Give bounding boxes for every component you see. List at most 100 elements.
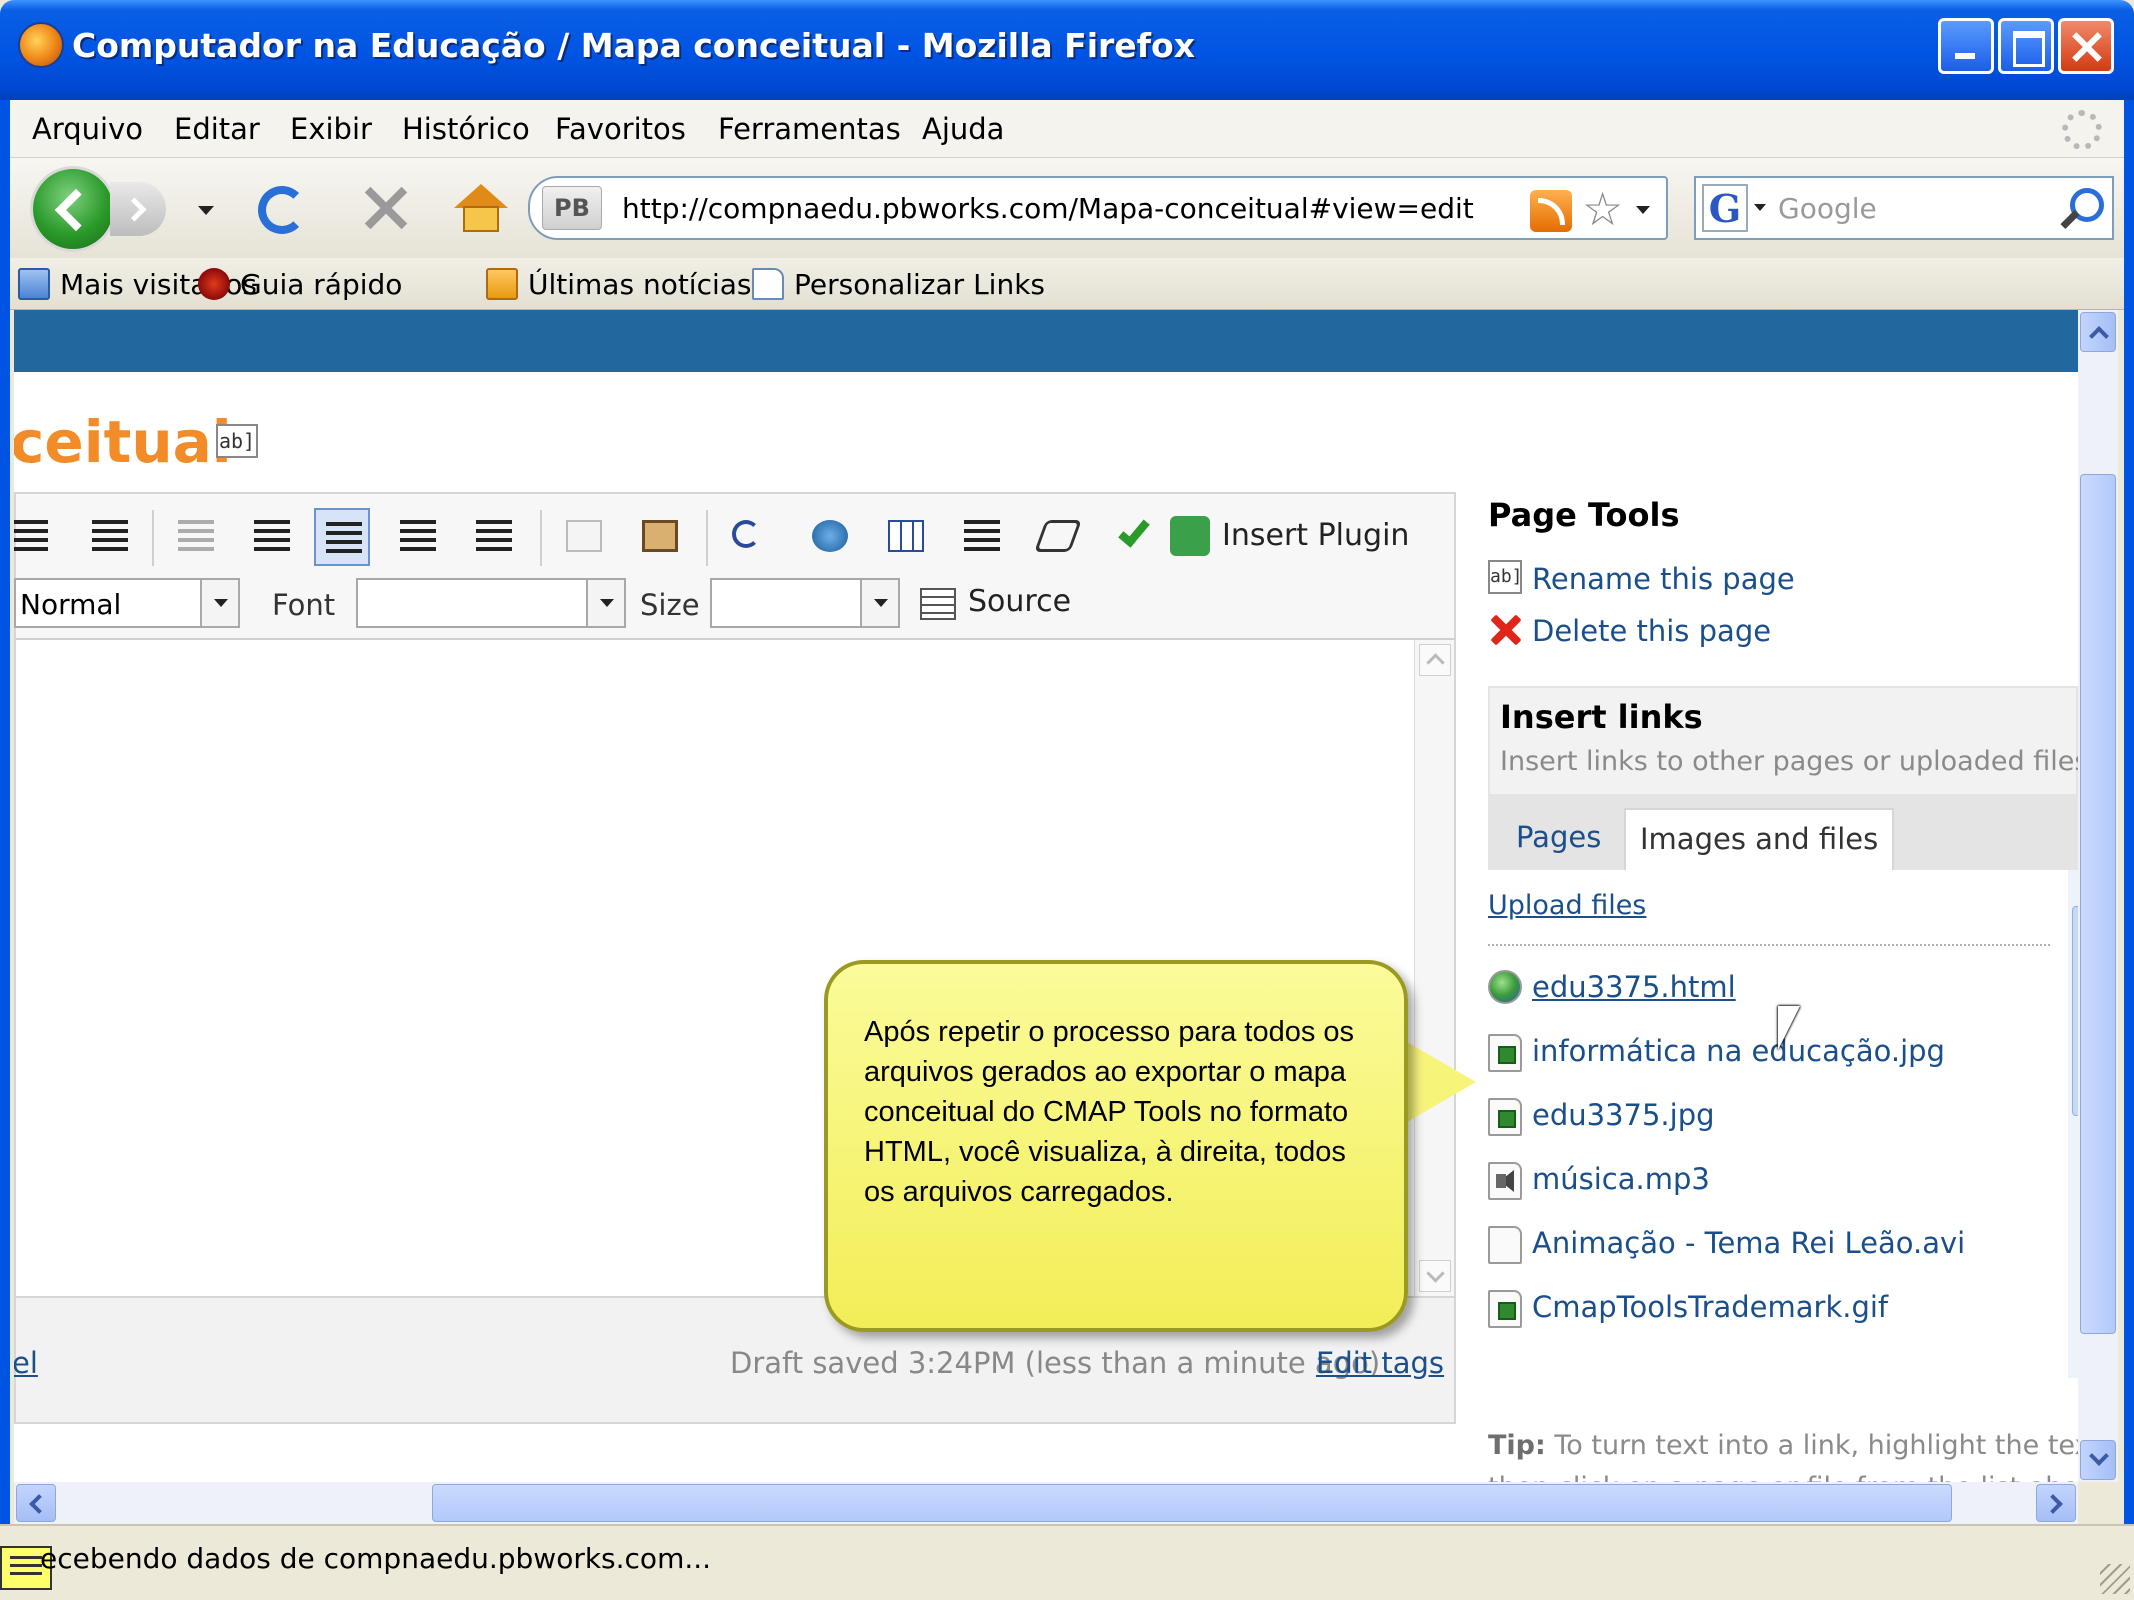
tip-label: Tip:: [1488, 1430, 1546, 1461]
chevron-down-icon[interactable]: [586, 580, 624, 626]
chevron-down-icon[interactable]: [200, 580, 238, 626]
scroll-down-icon[interactable]: [1419, 1260, 1451, 1292]
bulleted-list-icon: [92, 520, 128, 552]
undo-button[interactable]: [722, 508, 778, 566]
rss-feed-icon[interactable]: [1530, 190, 1572, 232]
editor-scrollbar[interactable]: [1414, 640, 1454, 1296]
font-select[interactable]: [356, 578, 626, 628]
insert-table-button[interactable]: [878, 508, 934, 566]
source-label: Source: [968, 584, 1072, 619]
file-name: edu3375.jpg: [1532, 1098, 1715, 1132]
status-text: ecebendo dados de compnaedu.pbworks.com.…: [40, 1542, 712, 1575]
insert-link-button[interactable]: [802, 508, 858, 566]
menu-ajuda[interactable]: Ajuda: [922, 112, 1004, 146]
edit-tags-link[interactable]: Edit tags: [1316, 1346, 1444, 1380]
search-magnifier-icon[interactable]: [2056, 186, 2104, 232]
bookmark-star-icon[interactable]: ☆: [1582, 182, 1623, 236]
copy-button[interactable]: [556, 508, 612, 566]
numbered-list-icon: [14, 520, 48, 552]
bookmark-page-icon: [198, 268, 230, 300]
window-border-right: [2124, 100, 2134, 1600]
maximize-icon: [2001, 21, 2051, 71]
bookmarks-toolbar: Mais visitados Guia rápido Últimas notíc…: [10, 258, 2124, 310]
globe-link-icon: [812, 520, 848, 552]
url-input[interactable]: http://compnaedu.pbworks.com/Mapa-concei…: [622, 192, 1474, 225]
tab-images-and-files[interactable]: Images and files: [1624, 808, 1895, 870]
horizontal-rule-button[interactable]: [954, 508, 1010, 566]
image-file-icon: [1488, 1098, 1522, 1136]
format-select-value: Normal: [20, 588, 122, 621]
search-input[interactable]: Google: [1778, 192, 1877, 225]
resize-grip-icon[interactable]: [2100, 1564, 2130, 1594]
remove-format-button[interactable]: [1030, 508, 1086, 566]
scroll-up-icon[interactable]: [2080, 312, 2116, 352]
maximize-button[interactable]: [1998, 18, 2054, 74]
tip-text-continued: then click on a page or file from the li…: [1488, 1472, 2078, 1482]
upload-files-link[interactable]: Upload files: [1488, 890, 1646, 921]
paste-button[interactable]: [632, 508, 688, 566]
align-left-icon: [326, 522, 362, 554]
history-dropdown-icon[interactable]: [198, 206, 214, 215]
horizontal-rule-icon: [964, 520, 1000, 552]
page-icon: [752, 268, 784, 300]
align-right-button[interactable]: [466, 508, 522, 566]
scroll-right-icon[interactable]: [2036, 1484, 2076, 1522]
site-identity-badge[interactable]: PB: [542, 186, 602, 230]
address-bar[interactable]: PB http://compnaedu.pbworks.com/Mapa-con…: [528, 176, 1668, 240]
forward-button[interactable]: [110, 182, 166, 236]
delete-x-icon: [1488, 612, 1522, 646]
engine-dropdown-icon[interactable]: [1754, 204, 1766, 211]
menu-exibir[interactable]: Exibir: [290, 112, 372, 146]
google-engine-icon[interactable]: G: [1702, 184, 1748, 232]
tab-pages[interactable]: Pages: [1502, 808, 1615, 870]
menu-historico[interactable]: Histórico: [402, 112, 530, 146]
spellcheck-button[interactable]: [1106, 508, 1162, 566]
reload-button[interactable]: [258, 186, 306, 234]
outdent-button[interactable]: [168, 508, 224, 566]
align-left-button[interactable]: [314, 508, 370, 566]
table-icon: [888, 520, 924, 552]
bulleted-list-button[interactable]: [82, 508, 138, 566]
scroll-down-icon[interactable]: [2080, 1440, 2116, 1480]
files-list-panel: Upload files edu3375.html informática na…: [1488, 870, 2078, 1378]
indent-button[interactable]: [244, 508, 300, 566]
rename-page-label: Rename this page: [1532, 562, 1795, 596]
minimize-button[interactable]: [1938, 18, 1994, 74]
font-label: Font: [272, 588, 336, 622]
chevron-down-icon[interactable]: [860, 580, 898, 626]
align-center-button[interactable]: [390, 508, 446, 566]
page-horizontal-scrollbar[interactable]: [14, 1482, 2078, 1524]
tutorial-callout: Após repetir o processo para todos os ar…: [824, 960, 1408, 1332]
horizontal-scroll-thumb[interactable]: [432, 1484, 1952, 1522]
search-bar[interactable]: G Google: [1694, 176, 2114, 240]
files-scrollbar[interactable]: [2068, 870, 2078, 1378]
insert-links-panel: Insert links Insert links to other pages…: [1488, 686, 2078, 870]
menu-editar[interactable]: Editar: [174, 112, 260, 146]
home-button[interactable]: [454, 184, 508, 234]
bookmark-label: Últimas notícias: [528, 268, 752, 301]
numbered-list-button[interactable]: [14, 508, 58, 566]
cancel-link[interactable]: el: [14, 1346, 38, 1380]
page-vertical-scrollbar[interactable]: [2078, 310, 2118, 1482]
file-name: CmapToolsTrademark.gif: [1532, 1290, 1889, 1324]
bookmark-label: Guia rápido: [240, 268, 403, 301]
scroll-up-icon[interactable]: [1419, 644, 1451, 676]
vertical-scroll-thumb[interactable]: [2080, 474, 2116, 1334]
rename-icon: ab]: [1488, 560, 1523, 594]
menu-ferramentas[interactable]: Ferramentas: [718, 112, 901, 146]
back-button[interactable]: [30, 166, 116, 252]
url-dropdown-icon[interactable]: [1636, 206, 1650, 214]
menu-favoritos[interactable]: Favoritos: [555, 112, 686, 146]
stop-button[interactable]: [360, 180, 410, 236]
rename-page-icon[interactable]: ab]: [216, 424, 258, 458]
minimize-icon: [1941, 21, 1991, 71]
navigation-toolbar: PB http://compnaedu.pbworks.com/Mapa-con…: [10, 158, 2124, 258]
html-file-icon: [1488, 970, 1522, 1004]
insert-links-title: Insert links: [1500, 698, 1703, 736]
close-button[interactable]: [2058, 18, 2114, 74]
scroll-left-icon[interactable]: [16, 1484, 56, 1522]
menu-arquivo[interactable]: Arquivo: [32, 112, 143, 146]
format-select[interactable]: Normal: [14, 578, 240, 628]
size-select[interactable]: [710, 578, 900, 628]
tip-body: To turn text into a link, highlight the …: [1554, 1430, 2078, 1461]
